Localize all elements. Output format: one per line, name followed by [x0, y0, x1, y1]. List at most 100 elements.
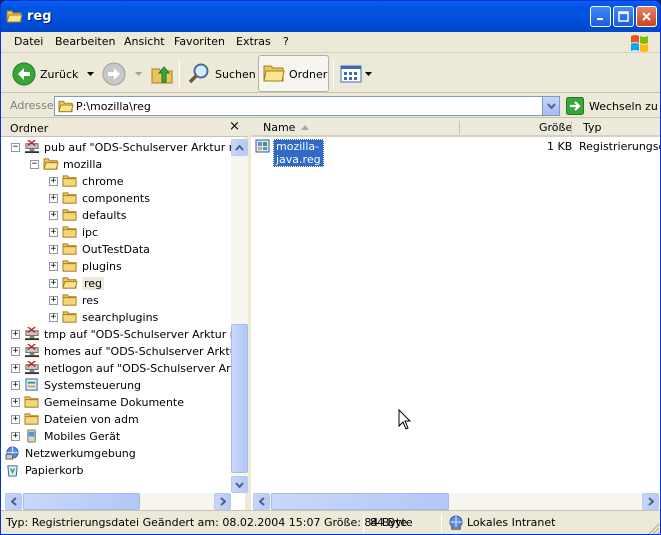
- minimize-button[interactable]: [590, 6, 611, 27]
- title-bar[interactable]: reg: [1, 1, 660, 32]
- folder-open-icon: [62, 277, 78, 289]
- forward-arrow-icon: [102, 62, 126, 86]
- menu-ansicht[interactable]: Ansicht: [124, 35, 165, 48]
- expand-icon[interactable]: +: [11, 347, 20, 356]
- search-button[interactable]: Suchen: [187, 58, 256, 90]
- close-button[interactable]: [636, 6, 657, 27]
- expand-icon[interactable]: +: [49, 194, 58, 203]
- resize-grip-icon[interactable]: [648, 523, 660, 535]
- scroll-right-button[interactable]: [642, 493, 659, 510]
- folders-label: Ordner: [289, 68, 328, 81]
- menu-favoriten[interactable]: Favoriten: [174, 35, 225, 48]
- expand-icon[interactable]: +: [49, 228, 58, 237]
- tree-item[interactable]: + res: [1, 292, 231, 309]
- expand-icon[interactable]: +: [49, 262, 58, 271]
- chevron-down-icon[interactable]: [87, 72, 95, 76]
- scroll-left-button[interactable]: [253, 493, 270, 510]
- address-dropdown-button[interactable]: [542, 97, 559, 115]
- tree-item[interactable]: + tmp auf "ODS-Schulserver Arktur mit S: [1, 326, 231, 343]
- sort-ascending-icon: [301, 125, 309, 130]
- address-input[interactable]: P:\mozilla\reg: [54, 96, 560, 116]
- network-drive-icon: [25, 140, 39, 154]
- tree-item[interactable]: + chrome: [1, 173, 231, 190]
- tree-horizontal-scrollbar[interactable]: [5, 493, 231, 510]
- collapse-icon[interactable]: −: [11, 143, 20, 152]
- scroll-left-button[interactable]: [5, 493, 22, 510]
- tree-item[interactable]: + searchplugins: [1, 309, 231, 326]
- expand-icon[interactable]: +: [11, 381, 20, 390]
- file-type: Registrierungsda: [579, 140, 660, 153]
- expand-icon[interactable]: +: [49, 296, 58, 305]
- scroll-thumb[interactable]: [271, 493, 449, 510]
- folder-open-icon: [58, 100, 74, 113]
- windows-logo-icon: [631, 35, 648, 52]
- tree-item[interactable]: + defaults: [1, 207, 231, 224]
- expand-icon[interactable]: +: [11, 415, 20, 424]
- expand-icon[interactable]: +: [49, 211, 58, 220]
- expand-icon[interactable]: +: [49, 279, 58, 288]
- maximize-button[interactable]: [613, 6, 634, 27]
- menu-bearbeiten[interactable]: Bearbeiten: [55, 35, 115, 48]
- expand-icon[interactable]: +: [11, 330, 20, 339]
- tree-item[interactable]: + Systemsteuerung: [1, 377, 231, 394]
- tree-item[interactable]: + OutTestData: [1, 241, 231, 258]
- scroll-up-button[interactable]: [231, 139, 248, 156]
- scroll-thumb[interactable]: [231, 324, 248, 473]
- folders-toggle-button[interactable]: Ordner: [258, 55, 329, 92]
- reg-file-icon: [255, 139, 270, 153]
- back-label: Zurück: [40, 67, 79, 81]
- tree-item[interactable]: + ipc: [1, 224, 231, 241]
- minimize-icon: [597, 18, 603, 20]
- folder-icon: [62, 226, 77, 238]
- folder-icon: [24, 413, 39, 425]
- address-value: P:\mozilla\reg: [76, 100, 151, 113]
- menu-datei[interactable]: Datei: [14, 35, 43, 48]
- tree-item[interactable]: − mozilla: [1, 156, 231, 173]
- file-list-horizontal-scrollbar[interactable]: [253, 493, 659, 510]
- expand-icon[interactable]: +: [49, 177, 58, 186]
- scroll-down-button[interactable]: [231, 476, 248, 493]
- tree-item[interactable]: + homes auf "ODS-Schulserver Arktur mi: [1, 343, 231, 360]
- column-divider[interactable]: [571, 121, 572, 134]
- tree-item[interactable]: + reg: [1, 275, 231, 292]
- collapse-icon[interactable]: −: [30, 160, 39, 169]
- tree-item[interactable]: Netzwerkumgebung: [1, 445, 231, 462]
- back-button[interactable]: Zurück: [12, 58, 95, 90]
- tree-item[interactable]: + plugins: [1, 258, 231, 275]
- search-icon: [188, 63, 209, 84]
- up-folder-button[interactable]: [150, 58, 174, 90]
- tree-item[interactable]: + Mobiles Gerät: [1, 428, 231, 445]
- scroll-right-button[interactable]: [214, 493, 231, 510]
- menu-help[interactable]: ?: [283, 35, 289, 48]
- address-bar: Adresse P:\mozilla\reg Wechseln zu: [1, 94, 660, 118]
- go-button[interactable]: Wechseln zu: [566, 97, 658, 115]
- menu-extras[interactable]: Extras: [236, 35, 271, 48]
- column-header-name[interactable]: Name: [263, 121, 295, 134]
- chevron-down-icon[interactable]: [365, 72, 372, 76]
- tree-item[interactable]: − pub auf "ODS-Schulserver Arktur mit S: [1, 139, 231, 156]
- tree-item[interactable]: + Dateien von adm: [1, 411, 231, 428]
- tree-item[interactable]: Papierkorb: [1, 462, 231, 479]
- column-divider[interactable]: [459, 121, 460, 134]
- folder-icon: [62, 311, 77, 323]
- tree-item[interactable]: + Gemeinsame Dokumente: [1, 394, 231, 411]
- column-header-type[interactable]: Typ: [583, 121, 602, 134]
- column-header-size[interactable]: Größe: [539, 121, 572, 134]
- status-bar: Typ: Registrierungsdatei Geändert am: 08…: [1, 510, 660, 535]
- tree-item[interactable]: + components: [1, 190, 231, 207]
- file-name[interactable]: mozilla-java.reg: [273, 139, 324, 167]
- expand-icon[interactable]: +: [49, 313, 58, 322]
- scroll-thumb[interactable]: [23, 493, 140, 510]
- chevron-down-icon[interactable]: [135, 72, 142, 76]
- expand-icon[interactable]: +: [11, 398, 20, 407]
- expand-icon[interactable]: +: [49, 245, 58, 254]
- expand-icon[interactable]: +: [11, 432, 20, 441]
- tree-vertical-scrollbar[interactable]: [231, 139, 248, 493]
- column-headers: Name Größe Typ: [251, 118, 660, 137]
- tree-item[interactable]: + netlogon auf "ODS-Schulserver Arktur: [1, 360, 231, 377]
- views-button[interactable]: [340, 58, 372, 90]
- folders-pane-header: Ordner ×: [1, 118, 248, 137]
- forward-button[interactable]: [102, 58, 142, 90]
- close-pane-icon[interactable]: ×: [229, 119, 240, 134]
- expand-icon[interactable]: +: [11, 364, 20, 373]
